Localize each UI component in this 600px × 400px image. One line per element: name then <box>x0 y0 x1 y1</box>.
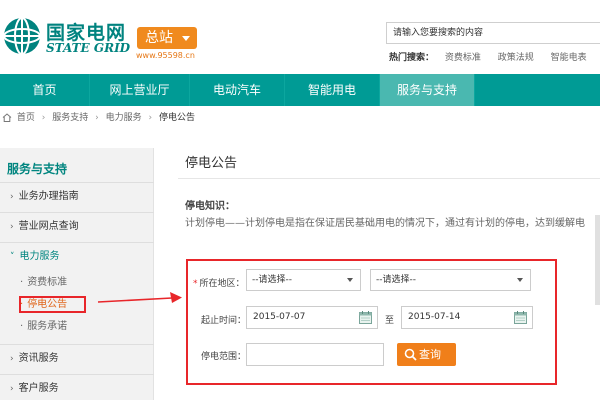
knowledge-title: 停电知识： <box>185 201 235 212</box>
sidebar-item-label: 电力服务 <box>19 251 60 262</box>
sidebar-item-label: 营业网点查询 <box>18 221 79 232</box>
hot-search-link[interactable]: 政策法规 <box>498 53 534 63</box>
sidebar-item-power-service[interactable]: ˅ 电力服务 <box>0 242 154 269</box>
sidebar: 服务与支持 › 业务办理指南 › 营业网点查询 ˅ 电力服务 · 资费标准 · 停电公告 … <box>0 148 154 400</box>
bullet-icon: · <box>20 277 24 288</box>
chevron-right-icon: › <box>41 113 46 123</box>
breadcrumb-item[interactable]: 电力服务 <box>106 113 142 123</box>
chevron-down-icon <box>517 278 523 282</box>
required-marker: * <box>193 279 198 289</box>
sidebar-item-label: 客户服务 <box>18 383 59 394</box>
sidebar-item-label: 资讯服务 <box>18 353 59 364</box>
sidebar-subitem-commitment[interactable]: · 服务承诺 <box>0 316 154 338</box>
knowledge-text: 计划停电——计划停电是指在保证居民基础用电的情况下，通过有计划的停电，达到缓解电 <box>185 218 585 229</box>
start-date-input[interactable]: 2015-07-07 <box>246 306 378 329</box>
calendar-icon[interactable] <box>358 310 373 325</box>
page-title: 停电公告 <box>185 156 238 171</box>
hot-search-label: 热门搜索： <box>389 53 435 63</box>
chevron-down-icon <box>182 36 190 41</box>
end-date-value: 2015-07-14 <box>408 312 461 322</box>
sidebar-subitem-label: 服务承诺 <box>27 321 68 332</box>
site-switch-button[interactable]: 总站 <box>137 27 197 49</box>
sidebar-title: 服务与支持 <box>7 162 68 176</box>
chevron-down-icon: ˅ <box>10 252 15 262</box>
search-input[interactable] <box>386 22 600 44</box>
region-select-value: --请选择-- <box>252 275 292 285</box>
region-select-city[interactable]: --请选择-- <box>370 269 531 291</box>
start-date-value: 2015-07-07 <box>253 312 306 322</box>
annotation-arrow-icon <box>97 292 182 303</box>
chevron-right-icon: › <box>10 354 14 364</box>
region-label: * 所在地区： <box>193 276 245 289</box>
outage-range-input[interactable] <box>246 343 384 366</box>
nav-item-service-support[interactable]: 服务与支持 <box>380 74 475 106</box>
title-divider <box>178 178 600 179</box>
breadcrumb-item[interactable]: 首页 <box>17 113 35 123</box>
region-select-province[interactable]: --请选择-- <box>246 269 361 291</box>
chevron-right-icon: › <box>10 192 14 202</box>
breadcrumb: 首页 › 服务支持 › 电力服务 › 停电公告 <box>0 106 600 130</box>
region-label-text: 所在地区： <box>199 279 245 289</box>
bullet-icon: · <box>20 321 24 332</box>
chevron-right-icon: › <box>148 113 153 123</box>
state-grid-logo-icon[interactable] <box>2 16 42 56</box>
hot-search-link[interactable]: 资费标准 <box>445 53 481 63</box>
site-switch-label: 总站 <box>145 30 173 46</box>
nav-item-home[interactable]: 首页 <box>0 74 90 106</box>
logo-english-text[interactable]: STATE GRID <box>46 41 130 55</box>
sidebar-item-customer-service[interactable]: › 客户服务 <box>0 374 154 400</box>
main-nav: 首页 网上营业厅 电动汽车 智能用电 服务与支持 <box>0 74 600 106</box>
nav-item-ev[interactable]: 电动汽车 <box>190 74 285 106</box>
breadcrumb-item[interactable]: 服务支持 <box>52 113 88 123</box>
sidebar-item-news[interactable]: › 资讯服务 <box>0 344 154 371</box>
time-label: 起止时间： <box>201 316 247 326</box>
site-url: www.95598.cn <box>136 51 195 60</box>
highlight-box <box>19 296 86 313</box>
scrollbar[interactable] <box>595 215 600 305</box>
chevron-right-icon: › <box>10 384 14 394</box>
query-button-label: 查询 <box>419 348 441 361</box>
nav-item-smart-power[interactable]: 智能用电 <box>285 74 380 106</box>
page: 国家电网 STATE GRID 总站 www.95598.cn 热门搜索： 资费… <box>0 0 600 400</box>
hot-search-link[interactable]: 智能电表 <box>551 53 587 63</box>
search-icon <box>404 348 417 361</box>
site-header: 国家电网 STATE GRID 总站 www.95598.cn 热门搜索： 资费… <box>0 0 600 74</box>
calendar-icon[interactable] <box>513 310 528 325</box>
breadcrumb-current: 停电公告 <box>159 113 196 123</box>
range-label: 停电范围： <box>201 352 247 362</box>
nav-item-online-hall[interactable]: 网上营业厅 <box>90 74 190 106</box>
query-button[interactable]: 查询 <box>397 343 456 366</box>
end-date-input[interactable]: 2015-07-14 <box>401 306 533 329</box>
sidebar-item-guide[interactable]: › 业务办理指南 <box>0 182 154 209</box>
sidebar-subitem-label: 资费标准 <box>27 277 68 288</box>
hot-search-row: 热门搜索： 资费标准 政策法规 智能电表 <box>389 50 600 63</box>
date-separator: 至 <box>385 316 395 326</box>
sidebar-item-outlets[interactable]: › 营业网点查询 <box>0 212 154 239</box>
chevron-right-icon: › <box>95 113 99 123</box>
chevron-right-icon: › <box>10 222 14 232</box>
region-select-value: --请选择-- <box>376 275 416 285</box>
sidebar-item-label: 业务办理指南 <box>18 191 79 202</box>
home-icon <box>2 113 12 122</box>
chevron-down-icon <box>347 278 353 282</box>
